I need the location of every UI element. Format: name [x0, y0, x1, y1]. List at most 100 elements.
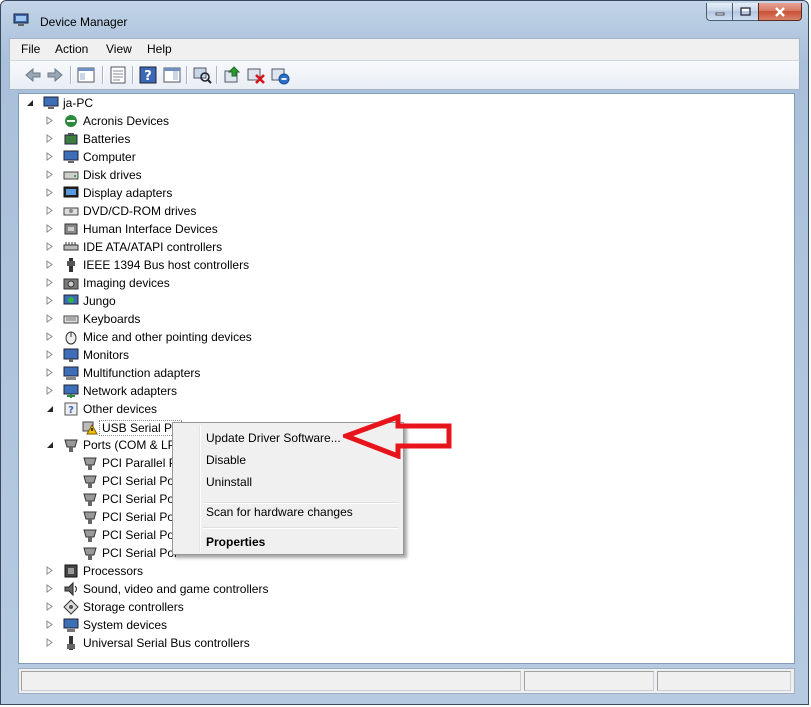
- collapse-triangle-icon[interactable]: [25, 98, 34, 107]
- tree-item-sound-video-and-game-controllers[interactable]: Sound, video and game controllers: [19, 580, 789, 598]
- tree-item-label: PCI Serial Por: [102, 474, 179, 488]
- tree-item-label: Processors: [83, 564, 144, 578]
- ctx-properties[interactable]: Properties: [175, 531, 401, 553]
- sound-device-icon: [64, 581, 77, 597]
- tree-item-ide-ata-atapi-controllers[interactable]: IDE ATA/ATAPI controllers: [19, 238, 789, 256]
- tree-item-disk-drives[interactable]: Disk drives: [19, 166, 789, 184]
- tree-item-label: PCI Serial Por: [102, 492, 179, 506]
- tree-item-mice-and-other-pointing-devices[interactable]: Mice and other pointing devices: [19, 328, 789, 346]
- tree-item-label: PCI Serial Por: [102, 528, 179, 542]
- tree-item-label: DVD/CD-ROM drives: [83, 204, 197, 218]
- expand-triangle-icon[interactable]: [45, 134, 54, 143]
- tree-item-pci-serial-por[interactable]: PCI Serial Por: [19, 508, 789, 526]
- tree-item-monitors[interactable]: Monitors: [19, 346, 789, 364]
- expand-triangle-icon[interactable]: [45, 296, 54, 305]
- tree-item-acronis-devices[interactable]: Acronis Devices: [19, 112, 789, 130]
- tree-item-pci-serial-por[interactable]: PCI Serial Por: [19, 472, 789, 490]
- ide-device-icon: [63, 242, 79, 251]
- menu-action[interactable]: Action: [55, 42, 88, 56]
- tree-item-label: USB Serial Po: [99, 420, 182, 436]
- ctx-uninstall[interactable]: Uninstall: [175, 471, 401, 493]
- tree-item-display-adapters[interactable]: Display adapters: [19, 184, 789, 202]
- tree-item-pci-serial-por[interactable]: PCI Serial Por: [19, 490, 789, 508]
- expand-triangle-icon[interactable]: [45, 368, 54, 377]
- disk-device-icon: [63, 171, 79, 180]
- tree-item-pci-serial-por[interactable]: PCI Serial Por: [19, 544, 789, 562]
- uninstall-device-icon[interactable]: [270, 65, 290, 85]
- ctx-scan-hardware-changes[interactable]: Scan for hardware changes: [175, 501, 401, 523]
- minimize-button[interactable]: [706, 3, 732, 21]
- expand-triangle-icon[interactable]: [45, 602, 54, 611]
- tree-item-universal-serial-bus-controllers[interactable]: Universal Serial Bus controllers: [19, 634, 789, 652]
- tree-item-jungo[interactable]: Jungo: [19, 292, 789, 310]
- tree-item-pci-serial-por[interactable]: PCI Serial Por: [19, 526, 789, 544]
- expand-triangle-icon[interactable]: [45, 620, 54, 629]
- expand-triangle-icon[interactable]: [45, 170, 54, 179]
- expand-triangle-icon[interactable]: [45, 188, 54, 197]
- mouse-device-icon: [65, 331, 77, 345]
- show-hide-console-tree-icon[interactable]: [76, 65, 96, 85]
- tree-item-label: Acronis Devices: [83, 114, 170, 128]
- expand-triangle-icon[interactable]: [45, 224, 54, 233]
- back-arrow-icon[interactable]: [23, 65, 43, 85]
- expand-triangle-icon[interactable]: [45, 332, 54, 341]
- port-device-icon: [83, 493, 97, 506]
- title-bar[interactable]: Device Manager: [1, 1, 808, 37]
- expand-triangle-icon[interactable]: [45, 260, 54, 269]
- expand-triangle-icon[interactable]: [45, 584, 54, 593]
- tree-item-human-interface-devices[interactable]: Human Interface Devices: [19, 220, 789, 238]
- tree-root-ja-pc[interactable]: ja-PC: [19, 94, 789, 112]
- forward-arrow-icon[interactable]: [45, 65, 65, 85]
- disable-device-icon[interactable]: [246, 65, 266, 85]
- expand-triangle-icon[interactable]: [45, 242, 54, 251]
- maximize-button[interactable]: [732, 3, 758, 21]
- scan-hardware-changes-icon[interactable]: [192, 65, 212, 85]
- tree-item-network-adapters[interactable]: Network adapters: [19, 382, 789, 400]
- status-cell: [21, 671, 521, 691]
- tree-item-label: Ports (COM & LP: [83, 438, 176, 452]
- close-button[interactable]: [758, 3, 802, 21]
- expand-triangle-icon[interactable]: [45, 638, 54, 647]
- tree-item-computer[interactable]: Computer: [19, 148, 789, 166]
- tree-item-batteries[interactable]: Batteries: [19, 130, 789, 148]
- port-device-icon: [83, 457, 97, 470]
- expand-triangle-icon[interactable]: [45, 116, 54, 125]
- expand-triangle-icon[interactable]: [45, 278, 54, 287]
- tree-item-imaging-devices[interactable]: Imaging devices: [19, 274, 789, 292]
- tree-item-label: PCI Serial Por: [102, 510, 179, 524]
- expand-triangle-icon[interactable]: [45, 386, 54, 395]
- tree-item-label: Human Interface Devices: [83, 222, 218, 236]
- tree-item-label: Mice and other pointing devices: [83, 330, 252, 344]
- tree-item-label: IDE ATA/ATAPI controllers: [83, 240, 223, 254]
- expand-triangle-icon[interactable]: [45, 314, 54, 323]
- tree-item-label: Monitors: [83, 348, 130, 362]
- expand-triangle-icon[interactable]: [45, 206, 54, 215]
- expand-triangle-icon[interactable]: [45, 152, 54, 161]
- menu-help[interactable]: Help: [147, 42, 172, 56]
- ctx-item-label: Disable: [206, 453, 247, 467]
- multi-device-icon: [63, 366, 79, 380]
- imaging-device-icon: [63, 278, 79, 290]
- tree-item-label: ja-PC: [63, 96, 94, 110]
- menu-file[interactable]: File: [21, 42, 40, 56]
- properties-icon[interactable]: [108, 65, 128, 85]
- collapse-triangle-icon[interactable]: [45, 404, 54, 413]
- tree-item-multifunction-adapters[interactable]: Multifunction adapters: [19, 364, 789, 382]
- tree-item-ieee-1394-bus-host-controllers[interactable]: IEEE 1394 Bus host controllers: [19, 256, 789, 274]
- tree-item-processors[interactable]: Processors: [19, 562, 789, 580]
- tree-item-keyboards[interactable]: Keyboards: [19, 310, 789, 328]
- update-driver-icon[interactable]: [222, 65, 242, 85]
- tree-item-dvd-cd-rom-drives[interactable]: DVD/CD-ROM drives: [19, 202, 789, 220]
- tree-item-storage-controllers[interactable]: Storage controllers: [19, 598, 789, 616]
- tree-item-label: Other devices: [83, 402, 158, 416]
- expand-triangle-icon[interactable]: [45, 566, 54, 575]
- collapse-triangle-icon[interactable]: [45, 440, 54, 449]
- device-tree-pane[interactable]: ja-PC Acronis Devices Batteries Computer Dis…: [18, 93, 795, 664]
- svg-text:?: ?: [68, 405, 74, 416]
- tree-item-system-devices[interactable]: System devices: [19, 616, 789, 634]
- expand-triangle-icon[interactable]: [45, 350, 54, 359]
- menu-view[interactable]: View: [106, 42, 132, 56]
- action-pane-icon[interactable]: [162, 65, 182, 85]
- device-manager-app-icon: [13, 13, 29, 26]
- help-icon[interactable]: ?: [138, 65, 158, 85]
